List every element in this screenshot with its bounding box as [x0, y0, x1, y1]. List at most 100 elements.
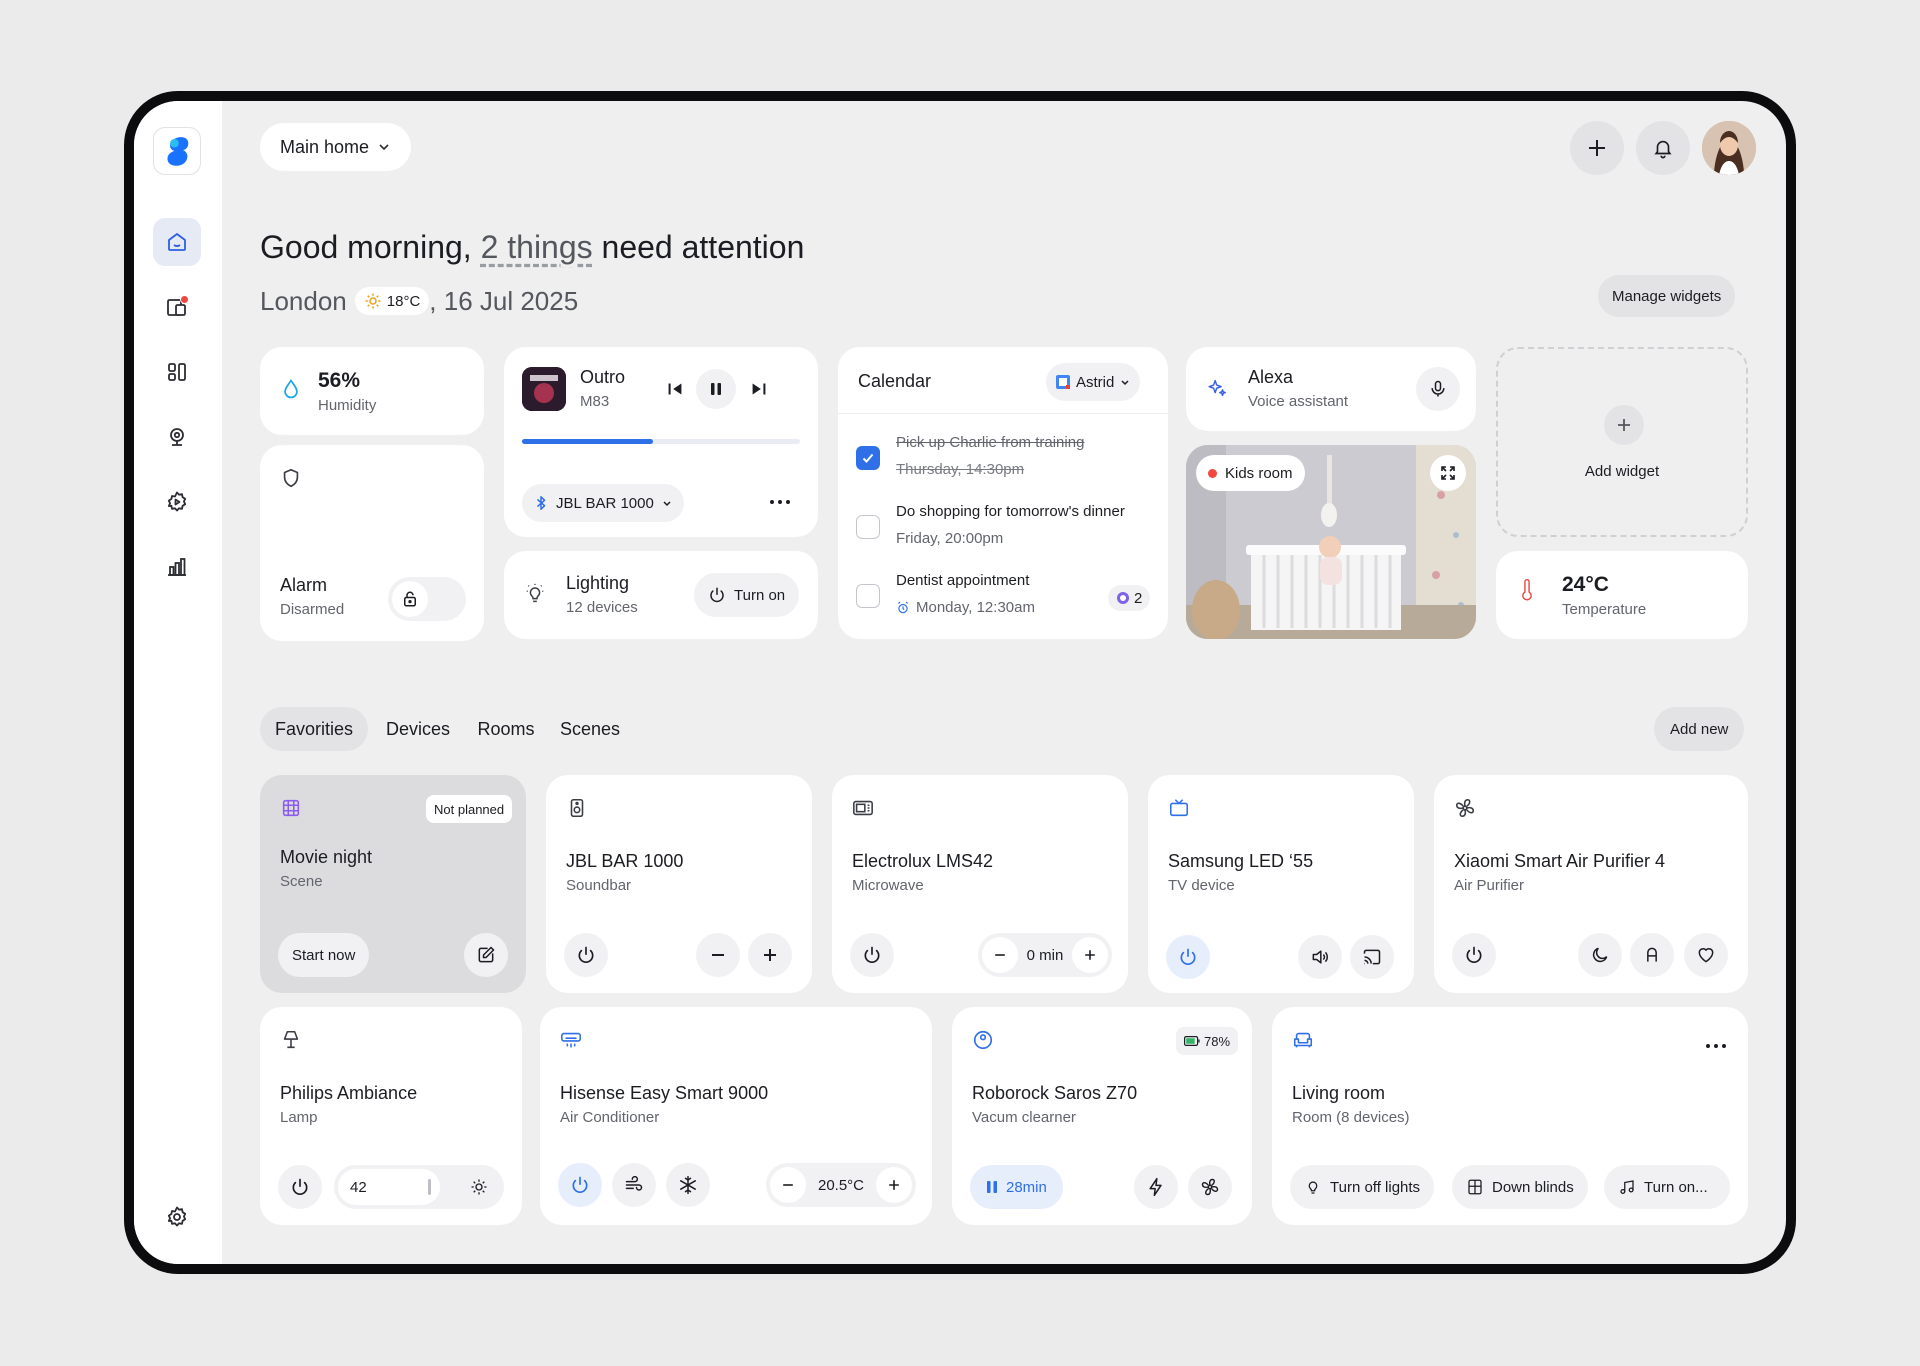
start-now-button[interactable]: Start now	[278, 933, 370, 977]
tab-scenes[interactable]: Scenes	[548, 707, 632, 751]
power-button[interactable]	[564, 933, 608, 977]
volume-up-button[interactable]	[748, 933, 792, 977]
event-checkbox-3[interactable]	[856, 584, 880, 608]
battery-badge: 78%	[1176, 1027, 1239, 1055]
alexa-title: Alexa	[1248, 367, 1294, 387]
attendees-badge[interactable]: 2	[1108, 585, 1151, 611]
output-device-selector[interactable]: JBL BAR 1000	[522, 484, 684, 522]
device-type: Microwave	[852, 877, 924, 894]
power-mode-button[interactable]	[1134, 1165, 1178, 1209]
tab-rooms[interactable]: Rooms	[470, 707, 542, 751]
lighting-devices: 12 devices	[566, 599, 638, 616]
live-indicator-dot	[1208, 468, 1217, 478]
samsung-tv-card: Samsung LED ‘55 TV device	[1148, 775, 1414, 993]
timer-plus-button[interactable]	[1072, 937, 1108, 973]
humidity-widget[interactable]: 56% Humidity	[260, 347, 484, 435]
nav-home-button[interactable]	[153, 218, 201, 266]
home-selector[interactable]: Main home	[260, 123, 412, 171]
app-logo[interactable]	[153, 127, 201, 175]
heart-icon	[1698, 948, 1714, 963]
device-type: Air Conditioner	[560, 1109, 660, 1126]
robot-vacuum-icon	[972, 1029, 994, 1051]
power-button[interactable]	[278, 1165, 322, 1209]
auto-mode-button[interactable]	[1630, 933, 1674, 977]
volume-button[interactable]	[1298, 935, 1342, 979]
calendar-account-selector[interactable]: Astrid	[1046, 363, 1141, 401]
cast-button[interactable]	[1350, 935, 1394, 979]
temp-minus-button[interactable]	[770, 1167, 806, 1203]
power-button[interactable]	[558, 1163, 602, 1207]
track-progress[interactable]	[522, 439, 800, 444]
nav-camera-button[interactable]	[153, 413, 201, 461]
plus-icon	[1589, 140, 1605, 156]
minus-icon	[783, 1184, 793, 1186]
turn-on-music-button[interactable]: Turn on...	[1604, 1165, 1730, 1209]
notifications-button[interactable]	[1636, 121, 1690, 175]
alarm-title: Alarm	[280, 575, 328, 595]
lamp-icon	[280, 1029, 302, 1051]
output-device-label: JBL BAR 1000	[556, 494, 654, 512]
lighting-turn-on-button[interactable]: Turn on	[694, 573, 800, 617]
favorite-button[interactable]	[1684, 933, 1728, 977]
plus-icon	[889, 1180, 899, 1190]
fan-mode-button[interactable]	[612, 1163, 656, 1207]
timer-stepper[interactable]: 0 min	[978, 933, 1112, 977]
temperature-widget[interactable]: 24°C Temperature	[1496, 551, 1748, 639]
avatar[interactable]	[1702, 121, 1756, 175]
brightness-slider[interactable]: 42	[334, 1165, 504, 1209]
next-track-button[interactable]	[748, 378, 770, 400]
add-widget-tile[interactable]: Add widget	[1496, 347, 1748, 537]
volume-down-button[interactable]	[696, 933, 740, 977]
nav-stats-button[interactable]	[153, 543, 201, 591]
plus-icon	[764, 949, 776, 961]
cleaning-timer-button[interactable]: 28min	[970, 1165, 1063, 1209]
temp-plus-button[interactable]	[876, 1167, 912, 1203]
more-horizontal-icon	[1706, 1044, 1726, 1048]
humidity-label: Humidity	[318, 397, 377, 414]
chevron-down-icon	[1121, 380, 1129, 386]
shield-icon	[280, 467, 306, 493]
previous-track-button[interactable]	[664, 378, 686, 400]
add-new-button[interactable]: Add new	[1654, 707, 1745, 751]
nav-automation-button[interactable]	[153, 478, 201, 526]
turn-off-lights-button[interactable]: Turn off lights	[1290, 1165, 1435, 1209]
device-name: Samsung LED ‘55	[1168, 851, 1314, 871]
night-mode-button[interactable]	[1578, 933, 1622, 977]
nav-devices-button[interactable]	[153, 283, 201, 331]
more-options-button[interactable]	[1704, 1041, 1728, 1051]
timer-minus-button[interactable]	[982, 937, 1018, 973]
suction-button[interactable]	[1188, 1165, 1232, 1209]
more-options-button[interactable]	[768, 497, 792, 507]
down-blinds-button[interactable]: Down blinds	[1452, 1165, 1588, 1209]
pause-button[interactable]	[696, 369, 736, 409]
nav-widgets-button[interactable]	[153, 348, 201, 396]
microphone-button[interactable]	[1416, 367, 1460, 411]
attention-link[interactable]: 2 things	[481, 229, 593, 265]
fan-icon	[1454, 797, 1476, 819]
cool-mode-button[interactable]	[666, 1163, 710, 1207]
event-time-2: Friday, 20:00pm	[896, 530, 1004, 547]
add-button[interactable]	[1570, 121, 1624, 175]
expand-camera-button[interactable]	[1430, 455, 1466, 491]
power-button[interactable]	[1166, 935, 1210, 979]
event-checkbox-1[interactable]	[856, 446, 880, 470]
tab-favorites[interactable]: Favorities	[260, 707, 368, 751]
power-button[interactable]	[1452, 933, 1496, 977]
alarm-toggle[interactable]	[388, 577, 466, 621]
location-line: London 18°C , 16 Jul 2025	[260, 281, 578, 321]
event-checkbox-2[interactable]	[856, 515, 880, 539]
skip-back-icon	[668, 383, 682, 395]
camera-widget[interactable]: Kids room	[1186, 445, 1476, 639]
manage-widgets-button[interactable]: Manage widgets	[1598, 275, 1736, 317]
edit-scene-button[interactable]	[464, 933, 508, 977]
status-badge: Not planned	[426, 795, 513, 823]
gear-icon	[167, 1206, 187, 1227]
power-button[interactable]	[850, 933, 894, 977]
device-type: Soundbar	[566, 877, 632, 894]
slider-handle[interactable]	[428, 1179, 431, 1195]
room-devices: Room (8 devices)	[1292, 1109, 1410, 1126]
temperature-stepper[interactable]: 20.5°C	[766, 1163, 916, 1207]
nav-settings-button[interactable]	[153, 1193, 201, 1241]
jbl-bar-card: JBL BAR 1000 Soundbar	[546, 775, 812, 993]
tab-devices[interactable]: Devices	[372, 707, 464, 751]
